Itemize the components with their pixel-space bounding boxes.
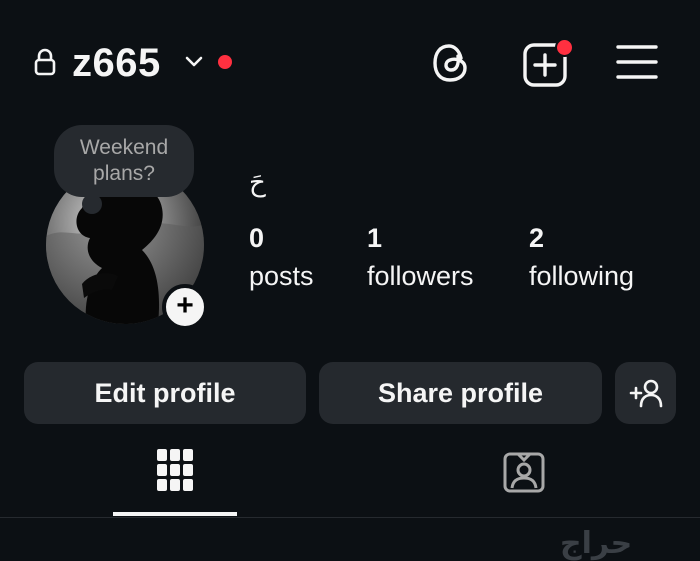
stat-following-count: 2: [529, 223, 545, 253]
share-profile-button[interactable]: Share profile: [319, 362, 602, 424]
stat-following[interactable]: 2 following: [529, 222, 634, 292]
edit-profile-button[interactable]: Edit profile: [24, 362, 306, 424]
stat-posts-label: posts: [249, 261, 314, 291]
account-notification-dot: [218, 55, 232, 69]
stat-following-label: following: [529, 261, 635, 291]
note-bubble[interactable]: Weekend plans?: [54, 125, 194, 197]
lock-icon: [34, 48, 56, 76]
create-notification-dot: [555, 38, 574, 57]
tab-grid-icon[interactable]: [156, 448, 194, 492]
stat-followers[interactable]: 1 followers: [367, 222, 474, 292]
stat-followers-count: 1: [367, 223, 383, 253]
stat-followers-label: followers: [367, 261, 474, 291]
full-name: حَ: [249, 167, 266, 197]
chevron-down-icon[interactable]: [184, 54, 204, 70]
tab-divider: [0, 517, 700, 518]
add-person-icon: [629, 379, 662, 408]
stat-posts[interactable]: 0 posts: [249, 222, 314, 292]
threads-icon[interactable]: [428, 40, 474, 86]
watermark: حراج: [560, 526, 633, 561]
menu-icon[interactable]: [616, 44, 658, 80]
tab-tagged-icon[interactable]: [502, 450, 546, 494]
username-switcher[interactable]: z665: [72, 40, 161, 86]
note-bubble-tail: [82, 194, 102, 214]
discover-people-button[interactable]: [615, 362, 676, 424]
add-story-button[interactable]: +: [162, 284, 208, 330]
active-tab-indicator: [113, 512, 237, 516]
stat-posts-count: 0: [249, 223, 265, 253]
